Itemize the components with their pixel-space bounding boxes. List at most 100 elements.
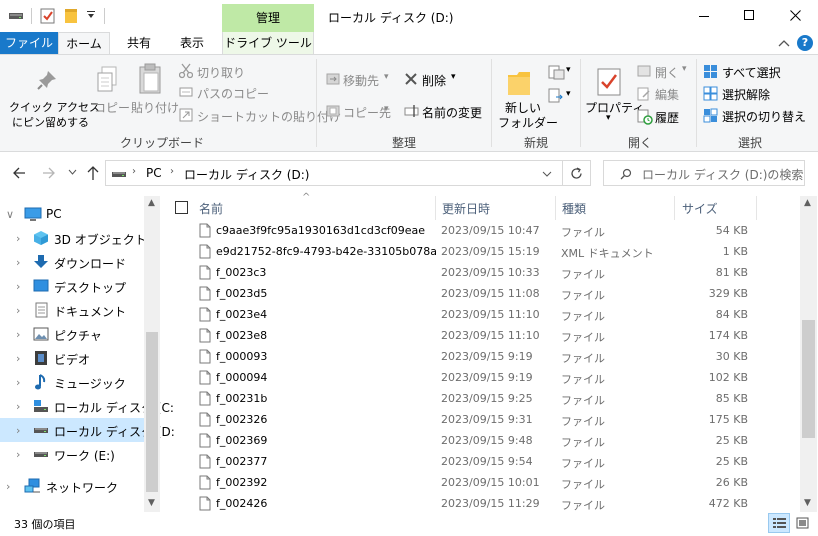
- tab-home[interactable]: ホーム: [58, 32, 110, 55]
- column-divider[interactable]: [435, 196, 436, 220]
- column-header-type[interactable]: 種類: [562, 200, 586, 217]
- tab-share[interactable]: 共有: [115, 32, 163, 54]
- scroll-up-icon[interactable]: ▲: [148, 198, 155, 208]
- collapse-ribbon-icon[interactable]: [778, 39, 790, 47]
- new-item-dropdown-icon[interactable]: ▾: [566, 65, 571, 75]
- tab-view[interactable]: 表示: [168, 32, 216, 54]
- paste-button[interactable]: 貼り付け: [131, 99, 179, 116]
- table-row[interactable]: f_0023d5 2023/09/15 11:08 ファイル 329 KB: [166, 283, 800, 304]
- breadcrumb-separator-icon[interactable]: ›: [170, 166, 174, 177]
- column-divider[interactable]: [674, 196, 675, 220]
- nav-scrollbar-thumb[interactable]: [146, 332, 158, 492]
- refresh-button[interactable]: [563, 160, 591, 186]
- tab-drive-tools[interactable]: ドライブ ツール: [222, 32, 314, 54]
- collapsed-chevron-icon[interactable]: ›: [16, 280, 20, 293]
- nav-item-local-disk-c[interactable]: › ローカル ディスク (C:: [0, 394, 174, 418]
- easy-access-dropdown-icon[interactable]: ▾: [566, 89, 571, 99]
- address-bar[interactable]: › PC › ローカル ディスク (D:): [105, 160, 563, 186]
- collapsed-chevron-icon[interactable]: ›: [16, 304, 20, 317]
- breadcrumb-current-drive[interactable]: ローカル ディスク (D:): [184, 166, 309, 183]
- column-header-size[interactable]: サイズ: [682, 200, 718, 217]
- breadcrumb-separator-icon[interactable]: ›: [132, 166, 136, 177]
- collapsed-chevron-icon[interactable]: ›: [16, 232, 20, 245]
- nav-item-network[interactable]: › ネットワーク: [0, 474, 144, 498]
- nav-item-documents[interactable]: › ドキュメント: [0, 298, 144, 322]
- help-icon[interactable]: ?: [797, 35, 813, 51]
- table-row[interactable]: e9d21752-8fc9-4793-b42e-33105b078a... 202…: [166, 241, 800, 262]
- drive-icon[interactable]: [8, 9, 24, 23]
- tab-file[interactable]: ファイル: [0, 32, 58, 54]
- copy-to-dropdown-icon[interactable]: ▾: [384, 104, 389, 114]
- qat-customize-icon[interactable]: [86, 10, 96, 20]
- table-row[interactable]: f_002369 2023/09/15 9:48 ファイル 25 KB: [166, 430, 800, 451]
- forward-arrow-icon[interactable]: [42, 166, 56, 180]
- collapsed-chevron-icon[interactable]: ›: [16, 400, 20, 413]
- open-button[interactable]: 開く: [655, 64, 679, 81]
- scroll-down-icon[interactable]: ▼: [804, 498, 811, 508]
- table-row[interactable]: f_0023e8 2023/09/15 11:10 ファイル 174 KB: [166, 325, 800, 346]
- back-arrow-icon[interactable]: [12, 166, 26, 180]
- column-header-name[interactable]: 名前: [199, 200, 223, 217]
- invert-selection-button[interactable]: 選択の切り替え: [722, 108, 806, 125]
- search-box[interactable]: ローカル ディスク (D:)の検索: [603, 160, 805, 186]
- collapsed-chevron-icon[interactable]: ›: [16, 448, 20, 461]
- nav-item-pc[interactable]: ∨ PC: [0, 202, 144, 226]
- table-row[interactable]: f_002392 2023/09/15 10:01 ファイル 26 KB: [166, 472, 800, 493]
- nav-item-desktop[interactable]: › デスクトップ: [0, 274, 144, 298]
- table-row[interactable]: f_002426 2023/09/15 11:29 ファイル 472 KB: [166, 493, 800, 514]
- open-dropdown-icon[interactable]: ▾: [682, 64, 687, 74]
- details-view-button[interactable]: [768, 513, 790, 533]
- nav-item-videos[interactable]: › ビデオ: [0, 346, 144, 370]
- edit-button[interactable]: 編集: [655, 86, 679, 103]
- table-row[interactable]: f_000093 2023/09/15 9:19 ファイル 30 KB: [166, 346, 800, 367]
- move-to-button[interactable]: 移動先: [343, 72, 379, 89]
- delete-button[interactable]: 削除: [422, 72, 446, 89]
- close-button[interactable]: [773, 0, 818, 32]
- maximize-button[interactable]: [727, 0, 773, 32]
- nav-scrollbar[interactable]: ▲ ▼: [144, 196, 160, 512]
- nav-item-downloads[interactable]: › ダウンロード: [0, 250, 144, 274]
- scroll-down-icon[interactable]: ▼: [148, 498, 155, 508]
- minimize-button[interactable]: [681, 0, 727, 32]
- file-list-scrollbar[interactable]: ▲ ▼: [800, 196, 817, 512]
- nav-item-3d-objects[interactable]: › 3D オブジェクト: [0, 226, 147, 250]
- column-header-date[interactable]: 更新日時: [442, 200, 490, 217]
- copy-button[interactable]: コピー: [94, 99, 130, 116]
- paste-shortcut-button[interactable]: ショートカットの貼り付け: [197, 108, 341, 125]
- collapsed-chevron-icon[interactable]: ›: [16, 256, 20, 269]
- up-arrow-icon[interactable]: [86, 165, 100, 181]
- table-row[interactable]: f_0023e4 2023/09/15 11:10 ファイル 84 KB: [166, 304, 800, 325]
- scroll-up-icon[interactable]: ▲: [804, 198, 811, 208]
- cut-button[interactable]: 切り取り: [197, 64, 245, 81]
- nav-item-work-e[interactable]: › ワーク (E:): [0, 442, 144, 466]
- delete-dropdown-icon[interactable]: ▾: [451, 72, 456, 82]
- collapsed-chevron-icon[interactable]: ›: [16, 352, 20, 365]
- column-divider[interactable]: [756, 196, 757, 220]
- history-button[interactable]: 履歴: [655, 109, 679, 126]
- large-icons-view-button[interactable]: [792, 513, 814, 533]
- table-row[interactable]: f_002377 2023/09/15 9:54 ファイル 25 KB: [166, 451, 800, 472]
- address-history-chevron-icon[interactable]: [542, 171, 552, 177]
- nav-item-music[interactable]: › ミュージック: [0, 370, 144, 394]
- column-divider[interactable]: [555, 196, 556, 220]
- expanded-chevron-icon[interactable]: ∨: [6, 208, 14, 221]
- copy-path-button[interactable]: パスのコピー: [197, 85, 269, 102]
- nav-item-local-disk-d[interactable]: › ローカル ディスク (D:: [0, 418, 175, 442]
- breadcrumb-pc[interactable]: PC: [146, 166, 162, 180]
- table-row[interactable]: f_00231b 2023/09/15 9:25 ファイル 85 KB: [166, 388, 800, 409]
- collapsed-chevron-icon[interactable]: ›: [6, 480, 10, 493]
- collapsed-chevron-icon[interactable]: ›: [16, 424, 20, 437]
- file-list-scrollbar-thumb[interactable]: [802, 320, 815, 438]
- move-to-dropdown-icon[interactable]: ▾: [384, 72, 389, 82]
- new-item-icon[interactable]: [548, 64, 566, 80]
- select-all-button[interactable]: すべて選択: [722, 64, 781, 81]
- recent-locations-chevron-icon[interactable]: [68, 169, 77, 175]
- collapsed-chevron-icon[interactable]: ›: [16, 376, 20, 389]
- table-row[interactable]: f_000094 2023/09/15 9:19 ファイル 102 KB: [166, 367, 800, 388]
- select-all-checkbox[interactable]: [175, 201, 188, 214]
- collapsed-chevron-icon[interactable]: ›: [16, 328, 20, 341]
- table-row[interactable]: c9aae3f9fc95a1930163d1cd3cf09eae 2023/09/…: [166, 220, 800, 241]
- select-none-button[interactable]: 選択解除: [722, 86, 770, 103]
- table-row[interactable]: f_0023c3 2023/09/15 10:33 ファイル 81 KB: [166, 262, 800, 283]
- new-folder-icon[interactable]: [64, 7, 80, 24]
